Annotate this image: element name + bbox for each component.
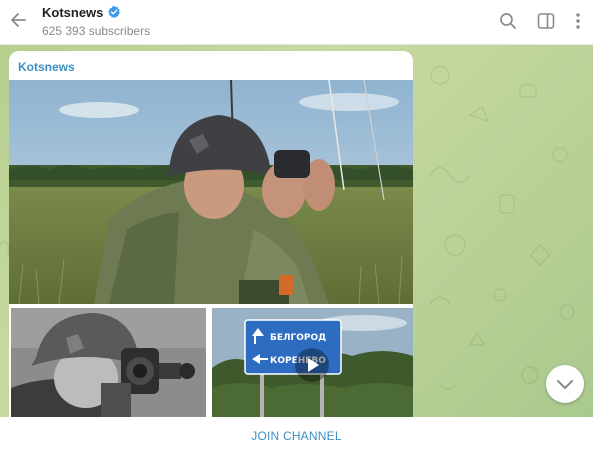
arrow-left-icon	[11, 13, 26, 27]
sidebar-panel-icon	[537, 13, 555, 29]
channel-info[interactable]: Kotsnews 625 393 subscribers	[42, 3, 151, 39]
message-bubble: Kotsnews БЕЛГОРОД КОРЕНЕВО	[9, 51, 413, 417]
back-button[interactable]	[8, 9, 30, 31]
sign-line-1: БЕЛГОРОД	[270, 333, 326, 343]
join-channel-button[interactable]: JOIN CHANNEL	[0, 417, 593, 454]
chat-header: Kotsnews 625 393 subscribers	[0, 0, 593, 45]
telegram-channel-view: Kotsnews 625 393 subscribers Kotsnews БЕ…	[0, 0, 593, 454]
chat-footer: JOIN CHANNEL	[0, 417, 593, 454]
media-photo-main[interactable]	[9, 80, 413, 304]
more-vertical-icon	[576, 13, 580, 29]
media-video-road-sign[interactable]: БЕЛГОРОД КОРЕНЕВО	[212, 308, 413, 417]
chevron-down-icon	[557, 380, 573, 389]
channel-name-row: Kotsnews	[42, 3, 150, 21]
more-options-button[interactable]	[567, 10, 589, 32]
bw-cameraman-photo	[11, 308, 206, 417]
subscriber-count: 625 393 subscribers	[42, 24, 151, 38]
scroll-to-bottom-button[interactable]	[546, 365, 584, 403]
search-icon	[500, 13, 516, 29]
play-icon	[308, 358, 319, 372]
channel-name: Kotsnews	[42, 4, 104, 20]
play-button[interactable]	[295, 348, 329, 382]
toggle-sidebar-button[interactable]	[535, 10, 557, 32]
chat-history[interactable]: Kotsnews БЕЛГОРОД КОРЕНЕВО	[0, 45, 593, 417]
search-button[interactable]	[497, 10, 519, 32]
soldier-field-photo	[9, 80, 413, 304]
verified-badge-icon	[108, 5, 121, 18]
media-photo-cameraman[interactable]	[11, 308, 206, 417]
message-author[interactable]: Kotsnews	[18, 60, 75, 74]
